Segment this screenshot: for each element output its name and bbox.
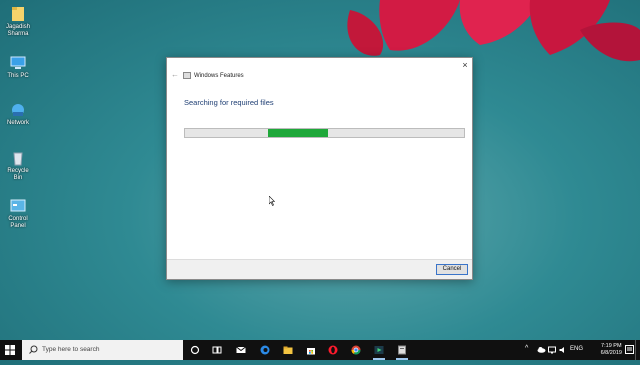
desktop-icon-network[interactable]: Network (4, 102, 32, 127)
taskbar-app-task-view[interactable] (207, 340, 227, 360)
store-icon (307, 348, 315, 355)
notifications-icon[interactable] (625, 345, 634, 355)
clock-date: 6/8/2019 (600, 350, 622, 356)
start-button[interactable] (0, 340, 20, 360)
taskbar-app-file-explorer[interactable] (278, 340, 298, 360)
chevron-up-icon: ^ (525, 345, 529, 352)
dialog-footer: Cancel (167, 259, 472, 279)
network-status-icon[interactable] (548, 346, 556, 354)
taskbar-app-store[interactable] (301, 340, 321, 360)
desktop-icon-user-folder[interactable]: Jagadish Sharma (4, 6, 32, 38)
windows-features-icon (398, 345, 406, 355)
recycle-bin-icon (13, 152, 23, 166)
taskbar-search-box[interactable]: Type here to search (22, 340, 183, 360)
taskbar-app-cortana[interactable] (185, 340, 205, 360)
progress-bar (184, 128, 465, 138)
back-arrow-icon[interactable]: ← (171, 71, 179, 79)
windows-features-icon (183, 72, 191, 79)
desktop-icon-label: Jagadish (5, 24, 31, 30)
desktop-icon-label: Network (6, 120, 29, 126)
desktop-icon-label: Recycle Bin (7, 168, 29, 181)
desktop-icon-this-pc[interactable]: This PC (4, 55, 32, 80)
desktop-icon-control-panel[interactable]: Control Panel (4, 198, 32, 230)
windows-logo-icon (5, 345, 15, 355)
taskbar: Type here to search ^ ENG 7:19 PM 6/8/20… (0, 340, 640, 360)
task-view-icon (212, 346, 222, 354)
mail-icon (236, 346, 246, 353)
taskbar-app-edge[interactable] (255, 340, 275, 360)
this-pc-icon (10, 56, 26, 69)
user-folder-icon (12, 7, 24, 21)
desktop-icon-label: Panel (10, 223, 26, 229)
edge-icon (260, 345, 270, 355)
desktop-icon-recycle-bin[interactable]: Recycle Bin (4, 150, 32, 182)
chrome-icon (351, 345, 361, 355)
close-button[interactable]: × (458, 58, 472, 72)
status-heading: Searching for required files (184, 98, 274, 107)
cancel-button[interactable]: Cancel (436, 264, 468, 275)
network-icon (12, 104, 24, 116)
clock-time: 7:19 PM (601, 343, 622, 349)
cortana-icon (190, 345, 200, 355)
taskbar-app-chrome[interactable] (346, 340, 366, 360)
cloud-icon[interactable] (537, 346, 546, 353)
media-player-icon (374, 346, 384, 354)
search-placeholder: Type here to search (42, 346, 100, 353)
desktop-icon-label: This PC (7, 73, 29, 79)
opera-icon (328, 345, 338, 355)
taskbar-app-mail[interactable] (231, 340, 251, 360)
language-label: ENG (570, 346, 584, 352)
taskbar-app-windows-features[interactable] (392, 340, 412, 360)
windows-features-dialog: ← Windows Features × Searching for requi… (166, 57, 473, 280)
show-desktop-button[interactable] (635, 340, 640, 360)
control-panel-icon (10, 199, 26, 212)
taskbar-clock[interactable]: 7:19 PM 6/8/2019 (601, 343, 622, 357)
taskbar-app-media-player[interactable] (369, 340, 389, 360)
speaker-icon[interactable] (559, 346, 567, 354)
progress-indicator (268, 129, 328, 137)
dialog-title: Windows Features (194, 73, 244, 79)
search-icon (29, 345, 38, 354)
dialog-titlebar[interactable]: ← Windows Features × (167, 58, 472, 82)
file-explorer-icon (283, 346, 293, 354)
desktop-icon-label: Control (8, 216, 28, 222)
mouse-cursor-icon (269, 196, 275, 206)
taskbar-app-opera[interactable] (323, 340, 343, 360)
desktop-icon-label: Sharma (7, 31, 29, 37)
